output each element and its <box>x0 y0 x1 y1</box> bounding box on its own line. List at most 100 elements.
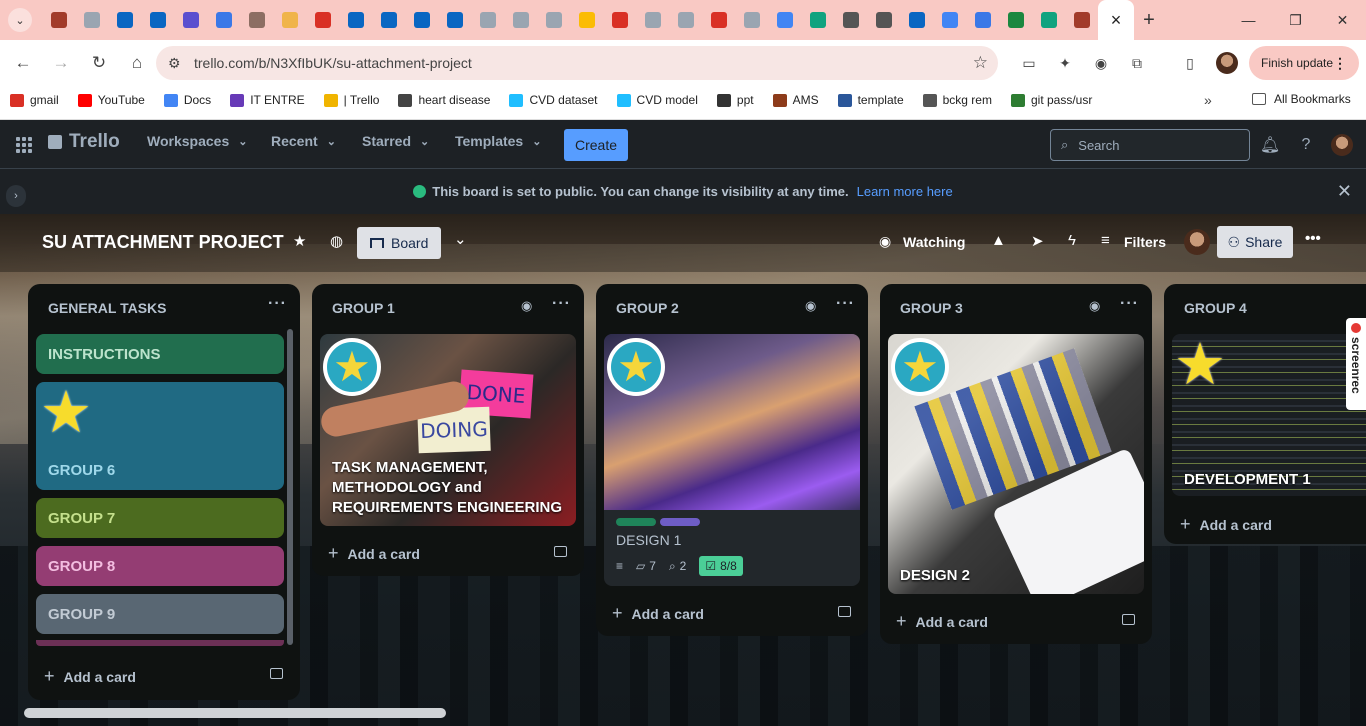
list-title[interactable]: GENERAL TASKS <box>48 300 167 316</box>
add-card-button[interactable]: + Add a card <box>328 543 420 564</box>
drive-power-up-icon[interactable]: ▲ <box>991 232 1006 249</box>
bookmark-star-icon[interactable]: ☆ <box>973 53 988 73</box>
share-button[interactable]: ⚇ Share <box>1217 226 1293 258</box>
url-text[interactable]: trello.com/b/N3XfIbUK/su-attachment-proj… <box>194 55 472 71</box>
browser-tab[interactable] <box>867 0 900 40</box>
board-horizontal-scrollbar[interactable] <box>24 708 446 718</box>
browser-tab[interactable] <box>603 0 636 40</box>
browser-tab[interactable] <box>42 0 75 40</box>
automation-icon[interactable]: ϟ <box>1068 232 1076 249</box>
add-card-button[interactable]: + Add a card <box>896 611 988 632</box>
card-label-green[interactable] <box>616 518 656 526</box>
browser-tab[interactable] <box>735 0 768 40</box>
close-window-icon[interactable]: ✕ <box>1319 0 1366 40</box>
card-design-2[interactable]: ★ DESIGN 2 <box>888 334 1144 594</box>
browser-tab[interactable] <box>834 0 867 40</box>
card-development-1[interactable]: ★ DEVELOPMENT 1 <box>1172 334 1366 496</box>
add-card-button[interactable]: + Add a card <box>1180 514 1272 535</box>
watching-button[interactable]: Watching <box>903 234 965 250</box>
bookmark-item[interactable]: gmail <box>10 93 59 107</box>
bookmark-item[interactable]: bckg rem <box>922 93 992 107</box>
browser-tab[interactable] <box>207 0 240 40</box>
card-group-7[interactable]: GROUP 7 <box>36 498 284 538</box>
extension-puzzle-dark-icon[interactable]: ✦ <box>1050 48 1080 78</box>
card-label-purple[interactable] <box>660 518 700 526</box>
nav-templates[interactable]: Templates ⌄ <box>455 133 541 149</box>
browser-tab[interactable] <box>504 0 537 40</box>
bookmark-item[interactable]: CVD dataset <box>509 93 598 107</box>
list-menu-icon[interactable]: ··· <box>268 295 287 313</box>
card-task-management[interactable]: DONE DOING ★ TASK MANAGEMENT, METHODOLOG… <box>320 334 576 526</box>
back-icon[interactable]: ← <box>6 46 40 80</box>
create-button[interactable]: Create <box>564 129 628 161</box>
extensions-icon[interactable]: ⧉ <box>1122 48 1152 78</box>
add-card-button[interactable]: + Add a card <box>44 666 136 687</box>
list-menu-icon[interactable]: ··· <box>836 295 855 313</box>
bookmark-item[interactable]: git pass/usr <box>1010 93 1092 107</box>
browser-tab[interactable] <box>240 0 273 40</box>
browser-tab[interactable] <box>900 0 933 40</box>
browser-tab[interactable] <box>108 0 141 40</box>
nav-recent[interactable]: Recent ⌄ <box>271 133 336 149</box>
bookmark-item[interactable]: heart disease <box>398 93 490 107</box>
browser-tab[interactable] <box>570 0 603 40</box>
browser-tab[interactable] <box>1032 0 1065 40</box>
bookmark-item[interactable]: ppt <box>716 93 754 107</box>
card-instructions[interactable]: INSTRUCTIONS <box>36 334 284 374</box>
close-icon[interactable]: ✕ <box>1337 181 1352 202</box>
browser-tab[interactable] <box>306 0 339 40</box>
member-avatar[interactable] <box>1331 134 1353 156</box>
browser-tab[interactable] <box>438 0 471 40</box>
card-group-8[interactable]: GROUP 8 <box>36 546 284 586</box>
list-title[interactable]: GROUP 3 <box>900 300 963 316</box>
browser-tab[interactable] <box>339 0 372 40</box>
browser-tab[interactable] <box>933 0 966 40</box>
site-info-icon[interactable]: ⚙ <box>168 55 190 72</box>
browser-tab[interactable] <box>768 0 801 40</box>
help-icon[interactable]: ? <box>1294 133 1318 157</box>
profile-avatar[interactable] <box>1216 52 1238 74</box>
home-icon[interactable]: ⌂ <box>120 46 154 80</box>
reload-icon[interactable]: ↻ <box>82 46 116 80</box>
search-input[interactable]: ⌕ Search <box>1050 129 1250 161</box>
browser-tab[interactable] <box>669 0 702 40</box>
trello-logo[interactable]: Trello <box>48 131 120 153</box>
nav-workspaces[interactable]: Workspaces ⌄ <box>147 133 247 149</box>
browser-tab[interactable] <box>999 0 1032 40</box>
card-template-icon[interactable] <box>1122 614 1135 625</box>
visibility-globe-icon[interactable]: ◍ <box>330 232 343 250</box>
new-tab-button[interactable]: + <box>1134 9 1164 32</box>
card-template-icon[interactable] <box>554 546 567 557</box>
list-title[interactable]: GROUP 2 <box>616 300 679 316</box>
notifications-icon[interactable]: 🔔︎ <box>1258 133 1282 157</box>
star-board-icon[interactable]: ★ <box>293 232 306 250</box>
bookmark-item[interactable]: template <box>837 93 904 107</box>
sidebar-expand-button[interactable]: › <box>6 185 26 207</box>
active-tab[interactable]: × <box>1098 0 1134 40</box>
list-scrollbar[interactable] <box>287 329 293 645</box>
card-design-1[interactable]: ★ DESIGN 1 ≡ ▱ 7 ⌕ 2 ☑ 8/8 <box>604 334 860 586</box>
browser-tab[interactable] <box>1065 0 1098 40</box>
browser-tab[interactable] <box>141 0 174 40</box>
list-title[interactable]: GROUP 1 <box>332 300 395 316</box>
list-menu-icon[interactable]: ··· <box>1120 295 1139 313</box>
bookmark-item[interactable]: CVD model <box>616 93 698 107</box>
browser-tab[interactable] <box>702 0 735 40</box>
screenrec-widget[interactable]: screenrec <box>1346 318 1366 410</box>
board-menu-icon[interactable]: ••• <box>1305 230 1321 247</box>
maximize-icon[interactable]: ❐ <box>1272 0 1319 40</box>
finish-update-button[interactable]: Finish update ⋮ <box>1249 46 1359 80</box>
minimize-icon[interactable]: — <box>1225 0 1272 40</box>
browser-tab[interactable] <box>75 0 108 40</box>
board-view-switcher[interactable]: Board <box>357 227 441 259</box>
forward-icon[interactable]: → <box>44 46 78 80</box>
bookmark-item[interactable]: YouTube <box>77 93 145 107</box>
browser-tab[interactable] <box>471 0 504 40</box>
tab-search-button[interactable]: ⌄ <box>8 8 32 32</box>
add-card-button[interactable]: + Add a card <box>612 603 704 624</box>
power-ups-icon[interactable]: ➤ <box>1031 232 1044 250</box>
board-member-avatar[interactable] <box>1184 229 1210 255</box>
filters-button[interactable]: Filters <box>1124 234 1166 250</box>
learn-more-link[interactable]: Learn more here <box>857 184 953 199</box>
card-group-6[interactable]: ★ GROUP 6 <box>36 382 284 490</box>
